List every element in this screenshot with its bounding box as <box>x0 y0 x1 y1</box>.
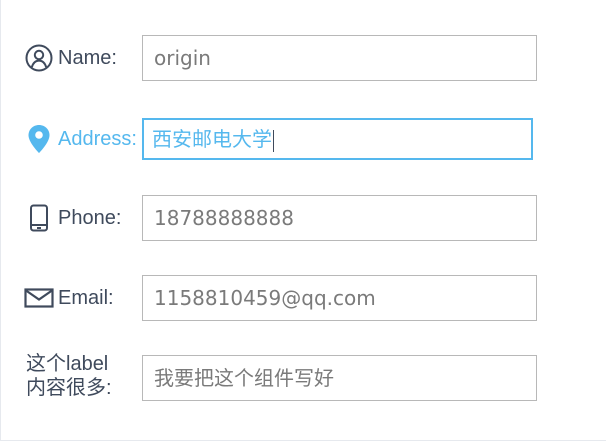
envelope-icon <box>24 283 54 313</box>
location-pin-icon <box>24 124 54 154</box>
phone-input[interactable]: 18788888888 <box>142 195 537 241</box>
contact-form: Name: origin Address: 西安邮电大学 Phone: 1878… <box>0 0 606 441</box>
email-label: Email: <box>24 275 114 321</box>
long-label-input[interactable]: 我要把这个组件写好 <box>142 355 537 401</box>
form-row-name: Name: origin <box>1 35 606 81</box>
phone-label: Phone: <box>24 195 121 241</box>
email-input[interactable]: 1158810459@qq.com <box>142 275 537 321</box>
name-label: Name: <box>24 35 117 81</box>
long-label-line-1: 这个label <box>26 353 109 375</box>
email-label-text: Email: <box>58 286 114 309</box>
address-label-text: Address: <box>58 127 137 150</box>
long-label: 这个label 内容很多: <box>26 352 112 400</box>
name-input[interactable]: origin <box>142 35 537 81</box>
form-row-email: Email: 1158810459@qq.com <box>1 275 606 321</box>
text-caret <box>273 129 274 152</box>
mobile-phone-icon <box>24 203 54 233</box>
phone-label-text: Phone: <box>58 206 122 229</box>
address-input-value: 西安邮电大学 <box>152 127 272 151</box>
name-label-text: Name: <box>58 46 117 69</box>
address-label: Address: <box>24 116 137 162</box>
long-label-line-2: 内容很多: <box>26 377 112 399</box>
address-input[interactable]: 西安邮电大学 <box>142 118 533 160</box>
form-row-long-label: 这个label 内容很多: 我要把这个组件写好 <box>1 352 606 401</box>
user-circle-icon <box>24 43 54 73</box>
form-row-address: Address: 西安邮电大学 <box>1 116 606 162</box>
form-row-phone: Phone: 18788888888 <box>1 195 606 241</box>
